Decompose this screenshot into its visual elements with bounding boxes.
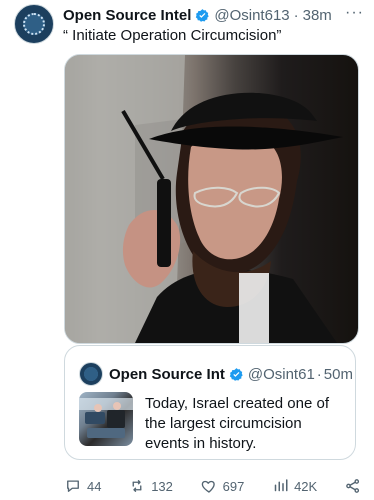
- reply-action[interactable]: 44: [64, 477, 101, 495]
- quoted-image-illustration: [79, 398, 133, 438]
- quoted-post[interactable]: Open Source Int @Osint61 · 50m Today, Is…: [64, 345, 356, 460]
- verified-badge-icon: [195, 8, 210, 23]
- reply-count: 44: [87, 478, 102, 494]
- time-separator: ·: [293, 6, 299, 24]
- post-image[interactable]: [64, 54, 359, 344]
- avatar[interactable]: [14, 4, 54, 44]
- tweet-header: Open Source Intel @Osint613 · 38m: [63, 5, 366, 25]
- quoted-post-time[interactable]: 50m: [324, 366, 353, 383]
- quoted-avatar[interactable]: [79, 362, 103, 386]
- author-handle[interactable]: @Osint613: [214, 7, 289, 24]
- quoted-text: Today, Israel created one of the largest…: [145, 395, 329, 452]
- repost-count: 132: [151, 478, 173, 494]
- share-action[interactable]: [344, 477, 362, 495]
- quoted-time-separator: ·: [316, 365, 322, 383]
- views-icon: [271, 477, 289, 495]
- heart-icon: [200, 477, 218, 495]
- tweet-text: “ Initiate Operation Circumcision”: [63, 27, 282, 44]
- post-actions: 44 132 697 42K: [64, 475, 362, 497]
- reply-icon: [64, 477, 82, 495]
- repost-action[interactable]: 132: [128, 477, 173, 495]
- quoted-author-name[interactable]: Open Source Int: [109, 366, 225, 383]
- like-count: 697: [222, 478, 245, 494]
- quoted-author-handle[interactable]: @Osint61: [248, 366, 315, 383]
- more-options-icon[interactable]: ···: [345, 4, 364, 22]
- repost-icon: [128, 477, 146, 495]
- author-name[interactable]: Open Source Intel: [63, 7, 191, 24]
- post-time[interactable]: 38m: [303, 7, 332, 24]
- post-image-illustration: [65, 55, 343, 343]
- quoted-header: Open Source Int @Osint61 · 50m: [79, 362, 353, 386]
- views-action[interactable]: 42K: [271, 477, 317, 495]
- quoted-image-thumbnail[interactable]: [79, 392, 133, 446]
- views-count: 42K: [294, 478, 318, 494]
- like-action[interactable]: 697: [200, 477, 245, 495]
- share-icon: [344, 477, 362, 495]
- quoted-verified-badge-icon: [229, 367, 244, 382]
